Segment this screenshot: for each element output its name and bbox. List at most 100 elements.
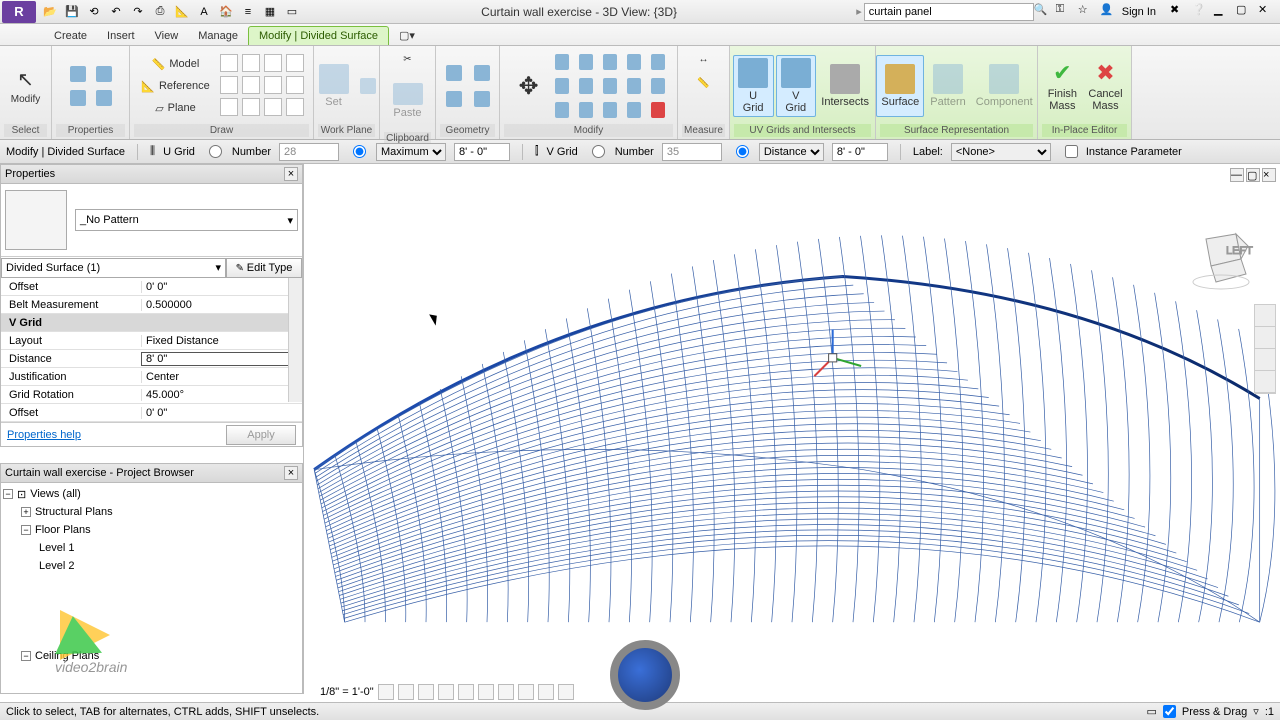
text-qat-icon[interactable]: A [194, 2, 214, 22]
copy-btn[interactable] [551, 99, 573, 121]
finish-mass-btn[interactable]: ✔Finish Mass [1042, 55, 1082, 117]
label-select[interactable]: <None> [951, 143, 1051, 161]
tab-view[interactable]: View [145, 27, 189, 45]
press-drag-check[interactable] [1163, 705, 1176, 718]
trim-btn[interactable] [575, 75, 597, 97]
properties-grid[interactable]: Offset0' 0"Belt Measurement0.500000V Gri… [1, 278, 302, 422]
property-row[interactable]: Distance8' 0" [1, 350, 302, 368]
crop-view-icon[interactable] [478, 684, 494, 700]
save-icon[interactable]: 💾 [62, 2, 82, 22]
viewport-3d[interactable]: — ▢ × LEFT [304, 164, 1280, 694]
fillet-tool-icon[interactable] [286, 76, 304, 94]
undo-icon[interactable]: ↶ [106, 2, 126, 22]
property-row[interactable]: Grid Rotation45.000° [1, 386, 302, 404]
crop-region-icon[interactable] [498, 684, 514, 700]
vp-close-icon[interactable]: × [1262, 168, 1276, 182]
ref-plane-btn[interactable]: ▱ Plane [137, 98, 213, 118]
align-btn[interactable] [551, 51, 573, 73]
intersects-btn[interactable]: Intersects [818, 55, 872, 117]
cut-geom-btn[interactable] [470, 62, 494, 84]
unlock-3d-icon[interactable] [518, 684, 534, 700]
properties-btn[interactable] [66, 63, 90, 85]
show-workplane-btn[interactable] [356, 75, 380, 97]
property-row[interactable]: Offset0' 0" [1, 278, 302, 296]
close-browser-icon[interactable]: × [284, 466, 298, 480]
steering-wheel-icon[interactable] [1255, 305, 1275, 327]
u-max-radio[interactable] [353, 145, 366, 158]
sign-in-link[interactable]: Sign In [1122, 6, 1156, 18]
line-tool-icon[interactable] [220, 54, 238, 72]
tab-manage[interactable]: Manage [188, 27, 248, 45]
tree-level-1[interactable]: Level 1 [3, 539, 300, 557]
polygon-tool-icon[interactable] [264, 54, 282, 72]
v-dist-radio[interactable] [736, 145, 749, 158]
surface-rep-btn[interactable]: Surface [876, 55, 924, 117]
delete-btn[interactable] [647, 99, 669, 121]
pan-icon[interactable] [1255, 327, 1275, 349]
ribbon-options-icon[interactable]: ▢▾ [389, 26, 425, 45]
mirror-draw-btn[interactable] [623, 51, 645, 73]
sun-path-icon[interactable] [418, 684, 434, 700]
temp-hide-icon[interactable] [538, 684, 554, 700]
property-row[interactable]: Offset0' 0" [1, 404, 302, 422]
u-spacing-mode[interactable]: Maximum [376, 143, 446, 161]
edit-type-btn[interactable]: ✎ Edit Type [226, 258, 302, 278]
partial-ellipse-icon[interactable] [264, 98, 282, 116]
print-icon[interactable]: ⎙ [150, 2, 170, 22]
v-number-input[interactable] [662, 143, 722, 161]
offset-btn[interactable] [575, 51, 597, 73]
join-btn[interactable] [442, 88, 466, 110]
u-grid-btn[interactable]: U Grid [733, 55, 774, 117]
reveal-hidden-icon[interactable] [558, 684, 574, 700]
pin-btn[interactable] [599, 99, 621, 121]
properties-help-link[interactable]: Properties help [7, 429, 81, 441]
zoom-icon[interactable] [1255, 349, 1275, 371]
spline-tool-icon[interactable] [220, 98, 238, 116]
cope-btn[interactable] [442, 62, 466, 84]
array-btn[interactable] [623, 75, 645, 97]
cancel-mass-btn[interactable]: ✖Cancel Mass [1084, 55, 1126, 117]
app-logo[interactable] [2, 1, 36, 23]
v-grid-btn[interactable]: V Grid [776, 55, 816, 117]
u-spacing-input[interactable] [454, 143, 510, 161]
close-hidden-icon[interactable]: ▦ [260, 2, 280, 22]
v-number-radio[interactable] [592, 145, 605, 158]
orbit-icon[interactable] [1255, 371, 1275, 393]
u-number-input[interactable] [279, 143, 339, 161]
paste-btn[interactable]: Paste [388, 70, 428, 132]
visual-style-icon[interactable] [398, 684, 414, 700]
aligned-dim-btn[interactable]: ↔ [693, 48, 715, 70]
tree-level-2[interactable]: Level 2 [3, 557, 300, 575]
split-face-btn[interactable] [470, 88, 494, 110]
search-icon[interactable]: 🔍 [1034, 3, 1052, 21]
user-icon[interactable]: 👤 [1100, 3, 1118, 21]
v-spacing-mode[interactable]: Distance [759, 143, 824, 161]
pattern-dropdown[interactable]: _No Pattern▾ [75, 209, 298, 231]
tab-insert[interactable]: Insert [97, 27, 145, 45]
tab-modify-divided-surface[interactable]: Modify | Divided Surface [248, 26, 389, 45]
property-row[interactable]: JustificationCenter [1, 368, 302, 386]
navigation-bar[interactable] [1254, 304, 1276, 394]
filter-icon[interactable]: ▿ [1253, 705, 1259, 718]
rotate-btn[interactable] [551, 75, 573, 97]
arc3-tool-icon[interactable] [264, 76, 282, 94]
scale-label[interactable]: 1/8" = 1'-0" [320, 686, 374, 698]
tree-views[interactable]: −⊡ Views (all) [3, 485, 300, 503]
close-window-icon[interactable]: ✕ [1258, 3, 1276, 21]
vp-minimize-icon[interactable]: — [1230, 168, 1244, 182]
extend-btn[interactable] [575, 99, 597, 121]
search-input[interactable] [864, 3, 1034, 21]
exchange-icon[interactable]: ✖ [1170, 3, 1188, 21]
circle-tool-icon[interactable] [286, 54, 304, 72]
redo-icon[interactable]: ↷ [128, 2, 148, 22]
property-row[interactable]: Belt Measurement0.500000 [1, 296, 302, 314]
viewcube[interactable]: LEFT [1186, 224, 1256, 294]
pick-lines-icon[interactable] [286, 98, 304, 116]
measure-btn[interactable]: 📏 [693, 72, 715, 94]
family-category-btn[interactable] [92, 87, 116, 109]
component-rep-btn[interactable]: Component [972, 55, 1037, 117]
split-btn[interactable] [647, 51, 669, 73]
star-icon[interactable]: ☆ [1078, 3, 1096, 21]
family-types-btn[interactable] [66, 87, 90, 109]
cut-btn[interactable]: ✂ [397, 48, 419, 70]
